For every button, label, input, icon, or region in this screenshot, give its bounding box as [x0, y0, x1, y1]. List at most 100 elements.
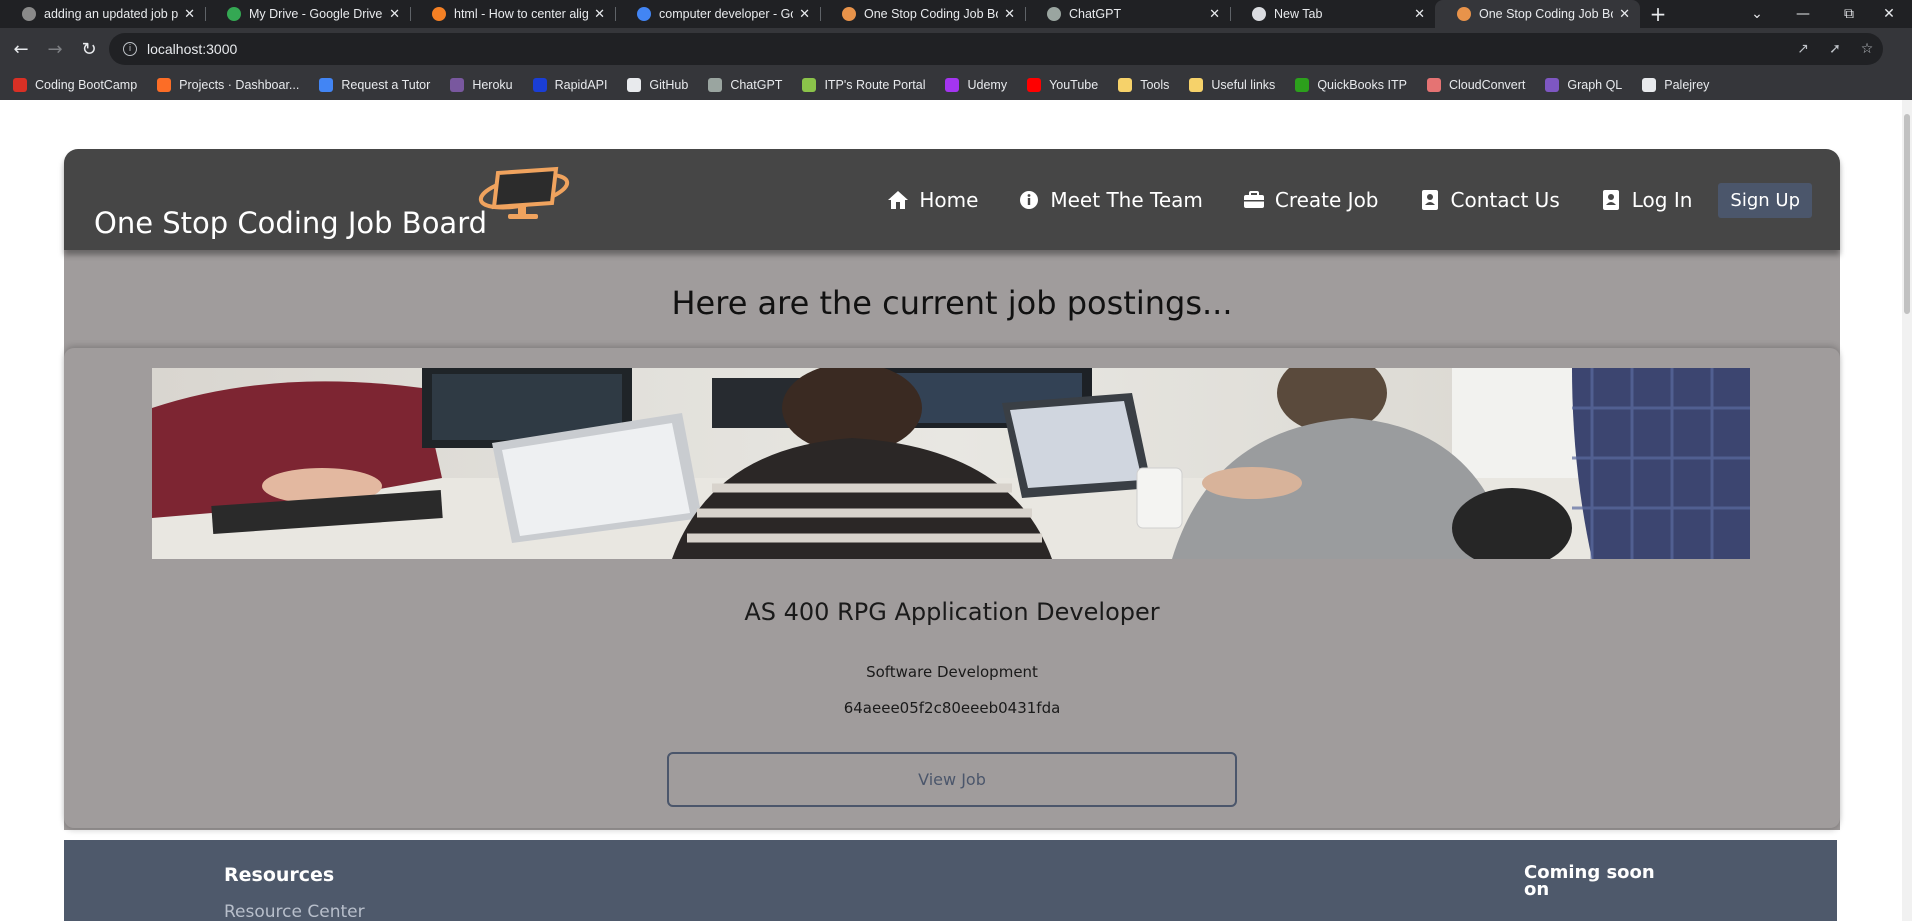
tab-favicon-icon — [22, 7, 36, 21]
tab-title: ChatGPT — [1069, 7, 1122, 21]
bookmark-item[interactable]: RapidAPI — [532, 78, 607, 92]
bookmark-favicon-icon — [319, 78, 334, 92]
site-info-icon[interactable]: i — [123, 42, 137, 56]
bookmark-item[interactable]: CloudConvert — [1426, 78, 1525, 92]
tab-close-icon[interactable]: ✕ — [594, 6, 605, 22]
nav-meet-the-team[interactable]: Meet The Team — [1018, 188, 1203, 212]
tab-close-icon[interactable]: ✕ — [799, 6, 810, 22]
site-header: One Stop Coding Job Board Home Meet The … — [64, 149, 1840, 250]
scrollbar-thumb[interactable] — [1904, 114, 1910, 314]
bookmark-item[interactable]: Tools — [1118, 78, 1169, 92]
tab-close-icon[interactable]: ✕ — [1004, 6, 1015, 22]
bookmark-label: Palejrey — [1664, 78, 1710, 92]
open-in-app-icon[interactable]: ↗ — [1787, 41, 1819, 57]
job-category: Software Development — [866, 663, 1038, 681]
tab-favicon-icon — [227, 7, 241, 21]
nav-contact-us[interactable]: Contact Us — [1419, 188, 1560, 212]
close-window-icon[interactable]: ✕ — [1866, 0, 1912, 28]
bookmarks-bar: Coding BootCamp Projects · Dashboar... Req… — [0, 70, 1912, 100]
bookmark-star-icon[interactable]: ☆ — [1851, 41, 1883, 57]
tab-title: New Tab — [1274, 7, 1323, 21]
bookmark-item[interactable]: QuickBooks ITP — [1295, 78, 1407, 92]
bookmark-label: Udemy — [967, 78, 1008, 92]
bookmark-label: Coding BootCamp — [35, 78, 138, 92]
minimize-icon[interactable]: — — [1780, 0, 1826, 28]
bookmark-item[interactable]: Request a Tutor — [319, 78, 430, 92]
site-footer: Resources Resource Center Coming soon on — [64, 840, 1837, 921]
nav-home[interactable]: Home — [887, 188, 978, 212]
page-heading: Here are the current job postings... — [671, 284, 1233, 322]
login-icon — [1600, 189, 1622, 211]
bookmark-item[interactable]: Udemy — [945, 78, 1007, 92]
tab-close-icon[interactable]: ✕ — [1414, 6, 1425, 22]
browser-tab[interactable]: html - How to center align ✕ — [410, 0, 615, 28]
tab-title: One Stop Coding Job Boar — [1479, 7, 1613, 21]
tab-favicon-icon — [637, 7, 651, 21]
page-scrollbar[interactable] — [1902, 100, 1912, 921]
bookmark-item[interactable]: ChatGPT — [708, 78, 782, 92]
omnibox-actions: ↗ ➚ ☆ — [1787, 33, 1883, 65]
bookmark-item[interactable]: GitHub — [627, 78, 688, 92]
site-brand[interactable]: One Stop Coding Job Board — [94, 206, 487, 240]
browser-tab[interactable]: One Stop Coding Job Boar ✕ — [820, 0, 1025, 28]
job-listings-section: Here are the current job postings... AS … — [64, 250, 1840, 830]
job-card-image — [152, 368, 1750, 559]
view-job-button[interactable]: View Job — [667, 752, 1237, 807]
browser-tab[interactable]: ChatGPT ✕ — [1025, 0, 1230, 28]
job-card: AS 400 RPG Application Developer Softwar… — [64, 348, 1840, 828]
tab-close-icon[interactable]: ✕ — [1619, 6, 1630, 22]
bookmark-item[interactable]: ITP's Route Portal — [802, 78, 925, 92]
tab-close-icon[interactable]: ✕ — [389, 6, 400, 22]
bookmark-label: Tools — [1140, 78, 1170, 92]
url-text[interactable]: localhost:3000 — [147, 41, 237, 57]
bookmark-item[interactable]: Coding BootCamp — [13, 78, 137, 92]
reload-icon[interactable]: ↻ — [76, 36, 102, 62]
share-icon[interactable]: ➚ — [1819, 41, 1851, 57]
tab-favicon-icon — [1047, 7, 1061, 21]
bookmark-label: GitHub — [649, 78, 689, 92]
site-container: One Stop Coding Job Board Home Meet The … — [64, 149, 1840, 921]
bookmark-item[interactable]: Heroku — [450, 78, 513, 92]
bookmark-favicon-icon — [1295, 78, 1310, 92]
tab-list: adding an updated job pic ✕ My Drive - Goo… — [0, 0, 1640, 28]
sign-up-button[interactable]: Sign Up — [1718, 182, 1812, 218]
bookmark-favicon-icon — [1426, 78, 1441, 92]
tab-favicon-icon — [1457, 7, 1471, 21]
forward-icon[interactable]: → — [42, 36, 68, 62]
bookmark-favicon-icon — [1545, 78, 1560, 92]
bookmark-favicon-icon — [450, 78, 465, 92]
nav-meet-the-team-label: Meet The Team — [1050, 188, 1203, 212]
contact-card-icon — [1419, 189, 1441, 211]
browser-tab[interactable]: My Drive - Google Drive ✕ — [205, 0, 410, 28]
bookmark-favicon-icon — [532, 78, 547, 92]
bookmark-favicon-icon — [1189, 78, 1204, 92]
tab-search-icon[interactable]: ⌄ — [1734, 0, 1780, 28]
bookmark-label: YouTube — [1049, 78, 1099, 92]
bookmark-favicon-icon — [1118, 78, 1133, 92]
browser-tab[interactable]: computer developer - Goo ✕ — [615, 0, 820, 28]
browser-tab[interactable]: One Stop Coding Job Boar ✕ — [1435, 0, 1640, 28]
nav-create-job[interactable]: Create Job — [1243, 188, 1379, 212]
back-icon[interactable]: ← — [8, 36, 34, 62]
bookmark-item[interactable]: Palejrey — [1642, 78, 1709, 92]
new-tab-button[interactable]: + — [1640, 0, 1676, 28]
browser-tab[interactable]: New Tab ✕ — [1230, 0, 1435, 28]
bookmark-label: Graph QL — [1567, 78, 1623, 92]
job-title: AS 400 RPG Application Developer — [744, 598, 1160, 626]
bookmark-label: ITP's Route Portal — [824, 78, 926, 92]
bookmark-item[interactable]: Projects · Dashboar... — [157, 78, 299, 92]
tab-title: adding an updated job pic — [44, 7, 179, 21]
tab-favicon-icon — [842, 7, 856, 21]
address-bar[interactable]: i localhost:3000 ↗ ➚ ☆ — [109, 33, 1883, 65]
tab-favicon-icon — [432, 7, 446, 21]
bookmark-item[interactable]: Useful links — [1189, 78, 1275, 92]
tab-close-icon[interactable]: ✕ — [184, 6, 195, 22]
tab-close-icon[interactable]: ✕ — [1209, 6, 1220, 22]
bookmark-item[interactable]: YouTube — [1027, 78, 1098, 92]
footer-resource-center-link[interactable]: Resource Center — [224, 902, 365, 921]
bookmark-label: Heroku — [472, 78, 513, 92]
info-icon — [1018, 189, 1040, 211]
nav-log-in[interactable]: Log In — [1600, 188, 1692, 212]
bookmark-item[interactable]: Graph QL — [1545, 78, 1622, 92]
browser-tab[interactable]: adding an updated job pic ✕ — [0, 0, 205, 28]
